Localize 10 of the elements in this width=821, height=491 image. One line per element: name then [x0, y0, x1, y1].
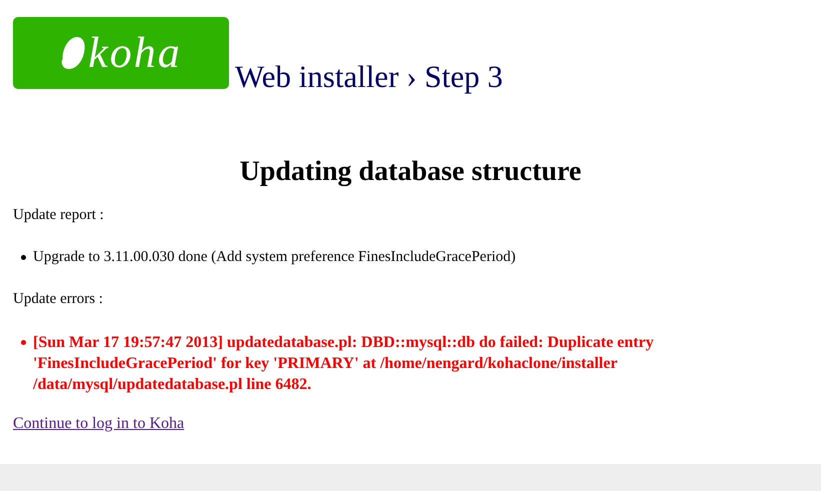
report-label: Update report : — [13, 206, 105, 224]
bullet-icon — [21, 254, 26, 260]
report-item: Upgrade to 3.11.00.030 done (Add system preference FinesIncludeGracePeriod) — [33, 248, 516, 266]
logo-text: koha — [88, 31, 182, 75]
section-heading: Updating database structure — [238, 155, 582, 189]
errors-label: Update errors : — [13, 290, 104, 308]
bullet-icon — [21, 340, 26, 345]
continue-link[interactable]: Continue to log in to Koha — [13, 414, 184, 433]
page-title: Web installer › Step 3 — [235, 58, 503, 95]
error-message: [Sun Mar 17 19:57:47 2013] updatedatabase.pl: DBD::mysql::db do failed: Duplicate entry 'FinesIncludeGracePeriod' for key 'PRIMARY' at /home/nengard/kohaclone/installer /data/mysql/updatedatabase.pl line 6482. — [33, 332, 655, 395]
